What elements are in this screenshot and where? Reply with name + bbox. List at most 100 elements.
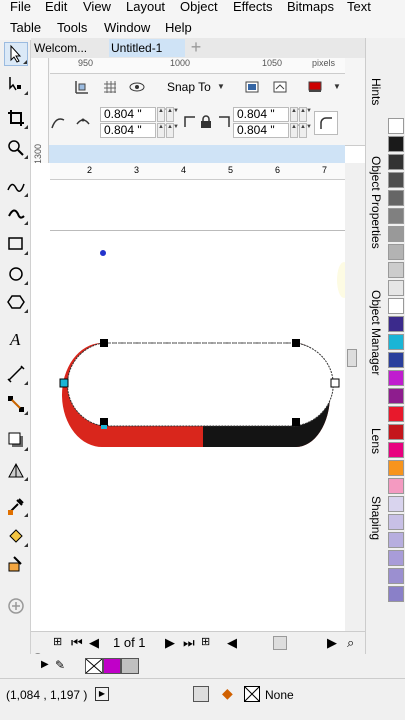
- palette-swatch[interactable]: [388, 460, 404, 476]
- scroll-thumb[interactable]: [347, 349, 357, 367]
- polygon-tool-icon[interactable]: [4, 290, 28, 314]
- scroll-right-icon[interactable]: ▶: [327, 635, 337, 651]
- width-field[interactable]: 0.804 ": [100, 107, 156, 122]
- add-tab-button[interactable]: +: [187, 38, 205, 57]
- palette-swatch[interactable]: [388, 496, 404, 512]
- no-color-swatch[interactable]: [85, 658, 103, 674]
- palette-swatch[interactable]: [388, 352, 404, 368]
- pill-inner-shape[interactable]: [67, 342, 334, 427]
- height-spinner[interactable]: ▲▼: [166, 123, 179, 138]
- height-spinner[interactable]: ▲▼: [299, 123, 312, 138]
- eyedropper-icon[interactable]: ✎: [55, 658, 65, 672]
- selection-handle[interactable]: [100, 418, 108, 426]
- palette-swatch[interactable]: [388, 298, 404, 314]
- palette-swatch[interactable]: [388, 316, 404, 332]
- rectangle-tool-icon[interactable]: [4, 232, 28, 256]
- height-spinner[interactable]: ▲▼: [290, 123, 303, 138]
- horizontal-scroll-thumb[interactable]: [273, 636, 287, 650]
- parallel-dimension-tool-icon[interactable]: [4, 362, 28, 386]
- launch-dropdown-icon[interactable]: ▼: [333, 82, 341, 91]
- palette-swatch[interactable]: [388, 262, 404, 278]
- selection-handle[interactable]: [292, 339, 300, 347]
- grid-icon[interactable]: [100, 77, 120, 97]
- palette-swatch[interactable]: [388, 118, 404, 134]
- options-icon[interactable]: [270, 77, 290, 97]
- menu-view[interactable]: View: [83, 0, 111, 14]
- drop-shadow-tool-icon[interactable]: [4, 428, 28, 452]
- eyedropper-tool-icon[interactable]: [4, 494, 28, 518]
- menu-bitmaps[interactable]: Bitmaps: [287, 0, 334, 14]
- view-icon[interactable]: [127, 77, 147, 97]
- text-tool-icon[interactable]: A: [4, 327, 28, 351]
- ellipse-tool-icon[interactable]: [4, 262, 28, 286]
- palette-swatch[interactable]: [388, 406, 404, 422]
- width-spinner[interactable]: ▲▼: [166, 107, 179, 122]
- palette-swatch[interactable]: [388, 550, 404, 566]
- launch-icon[interactable]: [305, 77, 325, 97]
- pick-tool-icon[interactable]: [4, 42, 28, 66]
- vertical-scrollbar[interactable]: [345, 163, 359, 631]
- selection-handle[interactable]: [292, 418, 300, 426]
- options-icon[interactable]: [242, 77, 262, 97]
- palette-swatch[interactable]: [388, 388, 404, 404]
- lock-icon[interactable]: [196, 112, 216, 132]
- palette-swatch[interactable]: [388, 478, 404, 494]
- menu-text[interactable]: Text: [347, 0, 371, 14]
- shape-tool-icon[interactable]: [4, 72, 28, 96]
- palette-swatch[interactable]: [388, 586, 404, 602]
- menu-layout[interactable]: Layout: [126, 0, 165, 14]
- snap-to-label[interactable]: Snap To: [167, 80, 211, 94]
- selection-handle[interactable]: [330, 378, 340, 388]
- palette-swatch[interactable]: [388, 442, 404, 458]
- docker-tab-hints[interactable]: Hints: [369, 78, 383, 105]
- selection-handle[interactable]: [59, 378, 69, 388]
- palette-swatch[interactable]: [388, 172, 404, 188]
- palette-swatch[interactable]: [388, 568, 404, 584]
- menu-edit[interactable]: Edit: [45, 0, 67, 14]
- next-page-icon[interactable]: ▶: [165, 635, 175, 651]
- palette-swatch[interactable]: [388, 424, 404, 440]
- add-page-icon[interactable]: ⊞: [201, 635, 210, 648]
- curve-icon[interactable]: [73, 112, 93, 132]
- node-point[interactable]: [100, 250, 106, 256]
- add-page-icon[interactable]: ⊞: [53, 635, 62, 648]
- palette-swatch[interactable]: [388, 370, 404, 386]
- width-field[interactable]: 0.804 ": [233, 107, 289, 122]
- docker-tab-lens[interactable]: Lens: [369, 428, 383, 454]
- menu-window[interactable]: Window: [104, 21, 150, 35]
- zoom-icon[interactable]: ⌕: [347, 635, 354, 651]
- artistic-media-tool-icon[interactable]: [4, 202, 28, 226]
- width-spinner[interactable]: ▲▼: [290, 107, 303, 122]
- last-page-icon[interactable]: ⏭: [183, 635, 195, 651]
- scroll-left-icon[interactable]: ◀: [227, 635, 237, 651]
- palette-swatch[interactable]: [388, 280, 404, 296]
- menu-tools[interactable]: Tools: [57, 21, 87, 35]
- fill-info-icon[interactable]: [193, 686, 209, 702]
- docker-tab-object-properties[interactable]: Object Properties: [369, 156, 383, 249]
- connector-tool-icon[interactable]: [4, 392, 28, 416]
- palette-swatch[interactable]: [388, 334, 404, 350]
- palette-swatch[interactable]: [388, 136, 404, 152]
- menu-effects[interactable]: Effects: [233, 0, 273, 14]
- menu-help[interactable]: Help: [165, 21, 192, 35]
- docker-tab-shaping[interactable]: Shaping: [369, 496, 383, 540]
- smart-fill-tool-icon[interactable]: [4, 552, 28, 576]
- zoom-tool-icon[interactable]: [4, 136, 28, 160]
- status-arrow-icon[interactable]: ▶: [95, 687, 109, 701]
- tab-welcome[interactable]: Welcom...: [31, 39, 107, 57]
- align-icon[interactable]: [72, 77, 92, 97]
- selection-handle[interactable]: [100, 339, 108, 347]
- palette-swatch[interactable]: [388, 244, 404, 260]
- crop-tool-icon[interactable]: [4, 106, 28, 130]
- palette-arrow-icon[interactable]: ▶: [41, 659, 49, 670]
- gray-swatch[interactable]: [121, 658, 139, 674]
- menu-file[interactable]: File: [10, 0, 31, 14]
- docker-tab-object-manager[interactable]: Object Manager: [369, 290, 383, 375]
- add-tool-icon[interactable]: [4, 594, 28, 618]
- palette-swatch[interactable]: [388, 532, 404, 548]
- transparency-tool-icon[interactable]: [4, 458, 28, 482]
- palette-swatch[interactable]: [388, 226, 404, 242]
- height-spinner[interactable]: ▲▼: [157, 123, 170, 138]
- prev-page-icon[interactable]: ◀: [89, 635, 99, 651]
- rounded-corner-icon[interactable]: [314, 111, 338, 135]
